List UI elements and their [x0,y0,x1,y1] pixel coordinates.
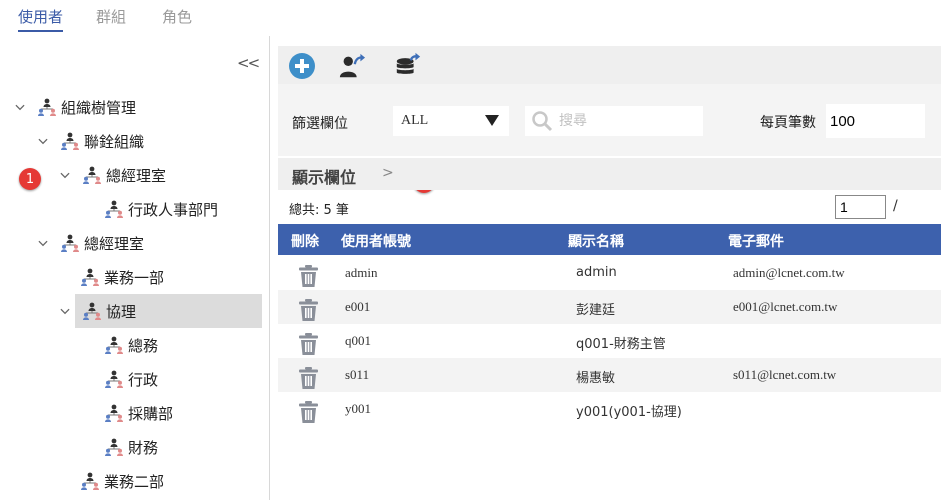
tree-node[interactable]: 組織樹管理 [37,90,136,124]
org-unit-icon [60,234,80,252]
import-users-button[interactable] [338,52,366,80]
chevron-down-icon[interactable] [38,136,48,146]
chevron-right-icon[interactable]: > [382,165,394,181]
org-unit-icon [104,370,124,388]
tree-node-label: 行政 [128,370,159,389]
show-columns-label: 顯示欄位 [292,168,357,187]
org-unit-icon [80,268,100,286]
tree-node-label: 採購部 [128,404,174,423]
search-input[interactable] [559,113,689,129]
add-user-button[interactable] [288,52,316,80]
cell-account: s011 [345,367,370,382]
chevron-down-icon[interactable] [15,102,25,112]
top-tabs: 使用者 群組 角色 [0,0,941,36]
tree-node[interactable]: 總經理室 [82,158,166,192]
tree-node[interactable]: 總經理室 [60,226,144,260]
org-unit-icon [37,98,57,116]
cell-account: e001 [345,299,371,314]
table-row[interactable]: s011 楊惠敏 s011@lcnet.com.tw [278,358,941,392]
table-row[interactable]: e001 彭建廷 e001@lcnet.com.tw [278,290,941,324]
cell-display-name: 彭建廷 [576,303,616,318]
org-unit-icon [82,166,102,184]
cell-display-name: y001(y001-協理) [576,405,682,420]
collapse-panel-button[interactable]: << [237,54,260,72]
col-delete: 刪除 [291,234,319,250]
tree-node[interactable]: 聯銓組織 [60,124,144,158]
trash-icon[interactable] [299,265,318,287]
tree-node-label: 行政人事部門 [128,200,219,219]
cell-display-name: q001-財務主管 [576,337,666,352]
cell-display-name: admin [576,265,617,280]
search-icon [532,111,553,132]
org-unit-icon [104,438,124,456]
filter-bar: 篩選欄位 ALL 每頁筆數 [278,84,941,156]
cell-account: y001 [345,401,371,416]
cell-display-name: 楊惠敏 [576,371,616,386]
toolbar [278,46,941,84]
tree-node[interactable]: 行政人事部門 [104,192,218,226]
tree-node-label: 總經理室 [106,166,167,185]
cell-email: e001@lcnet.com.tw [733,299,838,314]
org-unit-icon [104,336,124,354]
dropdown-caret-icon [485,115,499,126]
table-row[interactable]: y001 y001(y001-協理) [278,392,941,426]
show-columns-bar[interactable]: 顯示欄位 > [278,158,941,190]
col-display-name: 顯示名稱 [568,234,624,250]
per-page-label: 每頁筆數 [760,115,816,131]
page-separator: / [893,198,898,214]
col-email: 電子郵件 [728,234,784,250]
user-import-icon [339,53,366,78]
trash-icon[interactable] [299,333,318,355]
cell-account: admin [345,265,378,280]
tree-node[interactable]: 採購部 [104,396,173,430]
cell-email: s011@lcnet.com.tw [733,367,837,382]
per-page-input[interactable] [826,104,925,138]
tab-users[interactable]: 使用者 [18,6,64,32]
chevron-down-icon[interactable] [60,170,70,180]
tree-node-label: 總經理室 [84,234,145,253]
add-circle-icon [289,53,315,79]
tree-node-label: 業務二部 [104,472,165,491]
tree-node[interactable]: 協理 [75,294,262,328]
table-row[interactable]: admin admin admin@lcnet.com.tw [278,256,941,290]
import-database-button[interactable] [394,52,422,80]
table-row[interactable]: q001 q001-財務主管 [278,324,941,358]
trash-icon[interactable] [299,401,318,423]
database-import-icon [396,52,421,74]
tab-roles[interactable]: 角色 [162,6,192,27]
org-unit-icon [60,132,80,150]
tree-node-label: 業務一部 [104,268,165,287]
tree-node-label: 協理 [106,302,137,321]
filter-field-label: 篩選欄位 [292,116,348,132]
tree-node[interactable]: 業務一部 [80,260,164,294]
trash-icon[interactable] [299,367,318,389]
search-box[interactable] [525,106,703,136]
tree-node-label: 組織樹管理 [61,98,137,117]
tree-node-label: 聯銓組織 [84,132,145,151]
chevron-down-icon[interactable] [60,306,70,316]
tree-node[interactable]: 行政 [104,362,158,396]
trash-icon[interactable] [299,299,318,321]
tree-node-label: 財務 [128,438,159,457]
cell-account: q001 [345,333,371,348]
tree-node[interactable]: 總務 [104,328,158,362]
total-count: 總共: 5 筆 [289,203,349,218]
org-unit-icon [104,200,124,218]
page-number-input[interactable] [835,195,886,219]
filter-field-value: ALL [401,113,429,128]
col-account: 使用者帳號 [341,234,411,250]
tab-groups[interactable]: 群組 [96,6,126,27]
cell-email: admin@lcnet.com.tw [733,265,845,280]
chevron-down-icon[interactable] [38,238,48,248]
table-header: 刪除 使用者帳號 顯示名稱 電子郵件 [278,224,941,255]
tree-node-label: 總務 [128,336,159,355]
tree-node[interactable]: 財務 [104,430,158,464]
filter-field-select[interactable]: ALL [393,106,509,136]
tree-node[interactable]: 業務二部 [80,464,164,498]
org-unit-icon [82,302,102,320]
org-unit-icon [104,404,124,422]
org-unit-icon [80,472,100,490]
annotation-badge-1: 1 [19,168,41,190]
